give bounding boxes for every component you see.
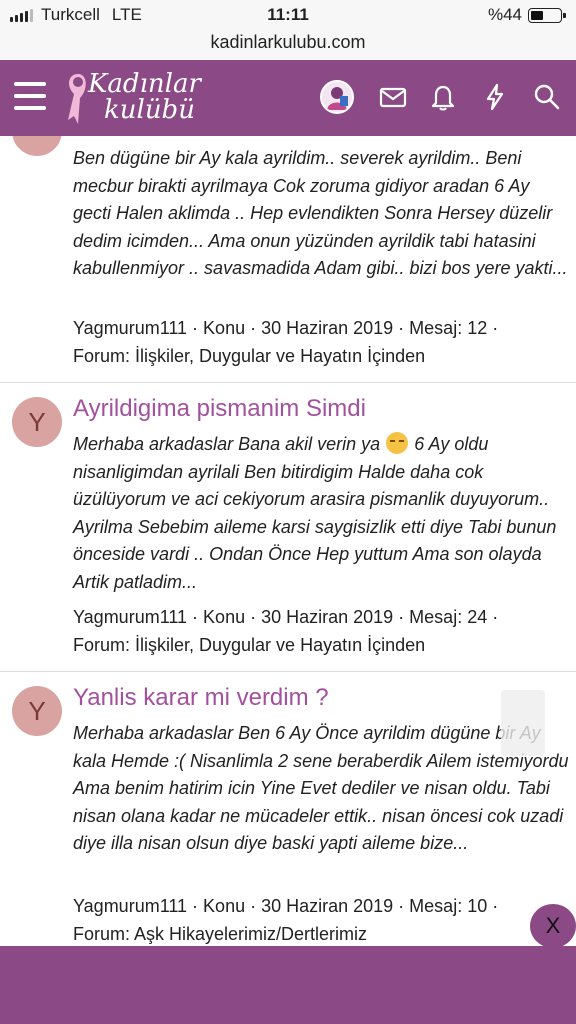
pensive-face-icon — [386, 432, 409, 454]
avatar[interactable] — [12, 136, 62, 156]
avatar[interactable]: Y — [12, 686, 62, 736]
results-list: Ben dügüne bir Ay kala ayrildim.. severe… — [0, 136, 576, 946]
post-meta-line: Yagmurum111 · Konu · 30 Haziran 2019 · M… — [73, 896, 499, 916]
post-title[interactable]: Ayrildigima pismanim Simdi — [73, 395, 366, 423]
snippet-text: Merhaba arkadaslar Bana akil verin ya — [73, 434, 381, 454]
site-header: Kadınlar kulübü — [0, 60, 576, 136]
post-forum[interactable]: Forum: İlişkiler, Duygular ve Hayatın İç… — [73, 632, 571, 660]
post-meta-line: Yagmurum111 · Konu · 30 Haziran 2019 · M… — [73, 318, 499, 338]
menu-icon[interactable] — [14, 82, 46, 110]
close-ad-button[interactable]: X — [530, 904, 576, 948]
user-avatar[interactable] — [320, 80, 354, 114]
logo-line-1: Kadınlar — [88, 69, 201, 99]
post-snippet: Ben dügüne bir Ay kala ayrildim.. severe… — [73, 148, 568, 278]
address-bar[interactable]: kadinlarkulubu.com — [0, 30, 576, 60]
list-item[interactable]: Y Yanlis karar mi verdim ? Merhaba arkad… — [0, 672, 576, 946]
post-meta: Yagmurum111 · Konu · 30 Haziran 2019 · M… — [73, 315, 571, 370]
list-item[interactable]: Y Ayrildigima pismanim Simdi Merhaba ark… — [0, 383, 576, 672]
ad-banner — [0, 946, 576, 1024]
bolt-icon[interactable] — [480, 82, 510, 112]
post-meta: Yagmurum111 · Konu · 30 Haziran 2019 · M… — [73, 604, 571, 659]
url-text: kadinlarkulubu.com — [210, 32, 366, 52]
status-bar: Turkcell LTE 11:11 %44 — [0, 0, 576, 30]
post-snippet: Merhaba arkadaslar Ben 6 Ay Önce ayrildi… — [73, 723, 569, 853]
snippet-text: 6 Ay oldu nisanligimdan ayrilali Ben bit… — [73, 434, 557, 592]
post-forum[interactable]: Forum: Aşk Hikayelerimiz/Dertlerimiz — [73, 921, 571, 947]
site-logo[interactable]: Kadınlar kulübü — [64, 68, 224, 128]
avatar-image — [327, 87, 348, 110]
search-icon[interactable] — [532, 82, 562, 112]
bell-icon[interactable] — [428, 82, 458, 112]
envelope-icon[interactable] — [378, 82, 408, 112]
scroll-to-top-button[interactable] — [501, 690, 545, 756]
list-item[interactable]: Ben dügüne bir Ay kala ayrildim.. severe… — [0, 136, 576, 383]
battery-icon — [528, 7, 566, 23]
logo-line-2: kulübü — [104, 95, 195, 125]
post-snippet: Merhaba arkadaslar Bana akil verin ya 6 … — [73, 431, 571, 596]
post-forum[interactable]: Forum: İlişkiler, Duygular ve Hayatın İç… — [73, 343, 571, 371]
battery-fill — [531, 10, 543, 20]
post-meta: Yagmurum111 · Konu · 30 Haziran 2019 · M… — [73, 893, 571, 946]
battery-percent: %44 — [487, 5, 522, 24]
post-meta-line: Yagmurum111 · Konu · 30 Haziran 2019 · M… — [73, 607, 499, 627]
avatar[interactable]: Y — [12, 397, 62, 447]
battery-group: %44 — [487, 5, 566, 25]
post-title[interactable]: Yanlis karar mi verdim ? — [73, 684, 329, 712]
